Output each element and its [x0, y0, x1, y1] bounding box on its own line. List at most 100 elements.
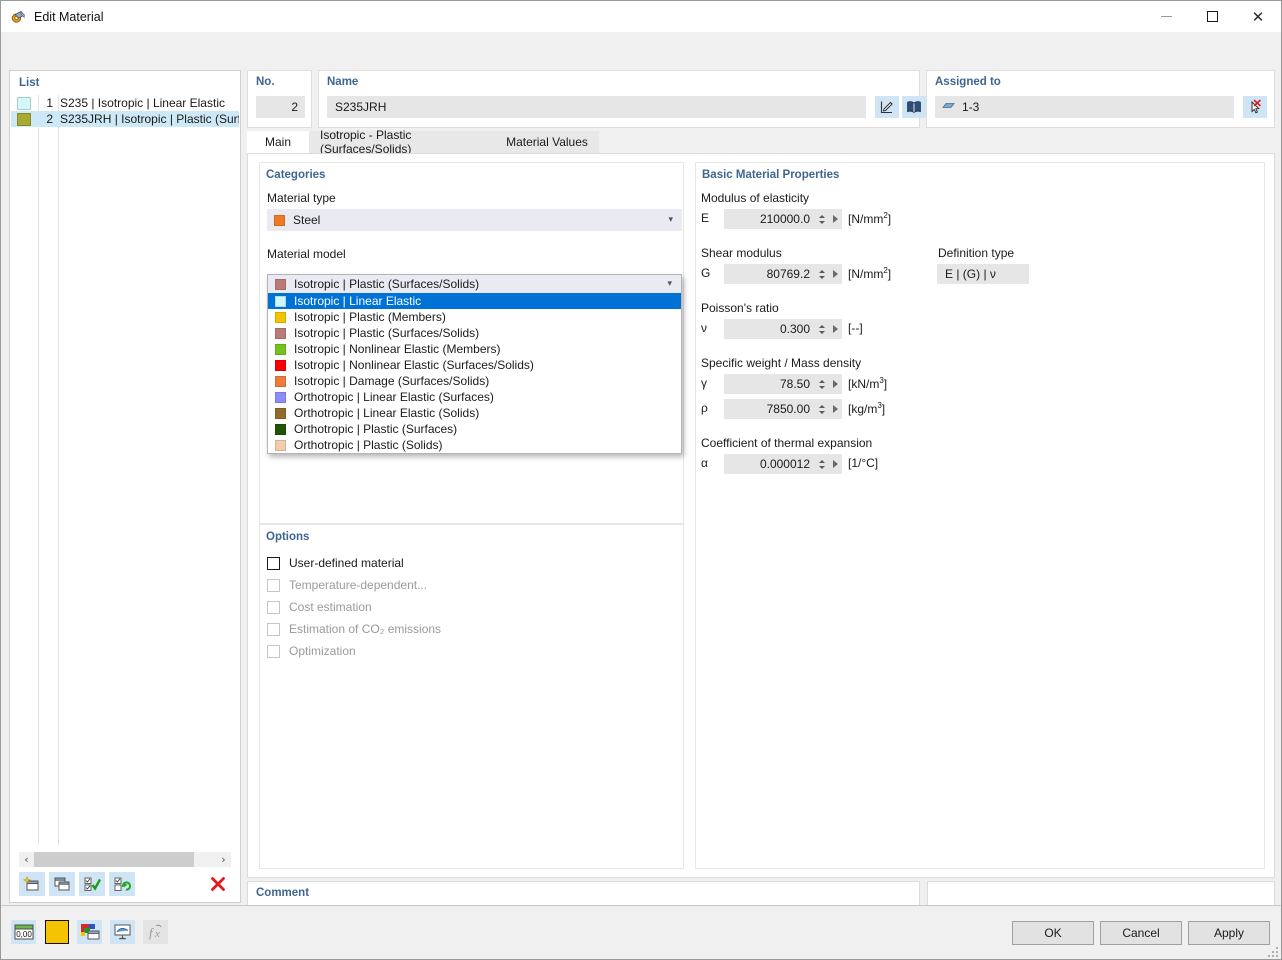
scroll-right-icon[interactable]: › — [216, 853, 231, 866]
spinner-up-down-icon[interactable] — [816, 374, 828, 394]
main-tab-content: Categories Material type Steel ▾ Materia… — [247, 153, 1275, 878]
comment-header: Comment — [256, 887, 310, 899]
spinner-more-icon[interactable] — [828, 454, 842, 474]
option-label: Cost estimation — [289, 600, 372, 614]
dropdown-option[interactable]: Orthotropic | Plastic (Surfaces) — [268, 421, 681, 437]
number-field[interactable]: 2 — [256, 96, 305, 118]
number-panel: No. 2 — [247, 70, 312, 128]
close-icon[interactable]: ✕ — [1235, 1, 1281, 32]
checkbox-icon — [267, 622, 280, 636]
edit-name-icon[interactable] — [875, 96, 899, 118]
poissons-ratio-label: Poisson's ratio — [701, 301, 779, 315]
display-settings-button[interactable] — [110, 920, 135, 944]
scroll-left-icon[interactable]: ‹ — [19, 853, 34, 866]
minimize-icon[interactable] — [1143, 1, 1189, 32]
dropdown-option[interactable]: Isotropic | Damage (Surfaces/Solids) — [268, 373, 681, 389]
spinner-up-down-icon[interactable] — [816, 454, 828, 474]
spinner-up-down-icon[interactable] — [816, 399, 828, 419]
modulus-unit: [N/mm2] — [848, 211, 892, 226]
material-type-color-swatch — [274, 214, 285, 226]
modulus-of-elasticity-input[interactable]: 210000.0 — [724, 209, 842, 229]
tab-isotropic-plastic[interactable]: Isotropic - Plastic (Surfaces/Solids) — [309, 128, 495, 156]
spinner-more-icon[interactable] — [828, 374, 842, 394]
spinner-more-icon[interactable] — [828, 319, 842, 339]
copy-material-button[interactable] — [49, 872, 75, 896]
mass-density-input[interactable]: 7850.00 — [724, 399, 842, 419]
poissons-ratio-input[interactable]: 0.300 — [724, 319, 842, 339]
list-item[interactable]: 2 S235JRH | Isotropic | Plastic (Surface… — [11, 111, 239, 127]
delete-material-button[interactable] — [205, 872, 231, 896]
dropdown-option[interactable]: Orthotropic | Linear Elastic (Solids) — [268, 405, 681, 421]
alpha-value: 0.000012 — [759, 457, 810, 471]
dropdown-option[interactable]: Orthotropic | Linear Elastic (Surfaces) — [268, 389, 681, 405]
resize-grip-icon[interactable] — [1268, 947, 1278, 957]
alpha-unit: [1/°C] — [848, 456, 879, 470]
render-style-button[interactable] — [77, 920, 102, 944]
options-header: Options — [266, 531, 310, 543]
alpha-symbol: α — [701, 456, 708, 470]
option-label: Isotropic | Nonlinear Elastic (Members) — [294, 342, 501, 356]
dropdown-option[interactable]: Isotropic | Linear Elastic — [268, 293, 681, 309]
svg-text:x: x — [154, 928, 160, 940]
definition-type-field[interactable]: E | (G) | ν — [937, 264, 1029, 284]
shear-modulus-input[interactable]: 80769.2 — [724, 264, 842, 284]
list-item-label: S235 | Isotropic | Linear Elastic — [60, 96, 225, 110]
select-all-button[interactable] — [79, 872, 105, 896]
spinner-up-down-icon[interactable] — [816, 209, 828, 229]
checkbox-icon — [267, 600, 280, 614]
new-material-button[interactable] — [19, 872, 45, 896]
material-model-color-swatch — [275, 278, 286, 290]
dropdown-option[interactable]: Isotropic | Nonlinear Elastic (Members) — [268, 341, 681, 357]
material-type-label: Material type — [267, 191, 336, 205]
list-item[interactable]: 1 S235 | Isotropic | Linear Elastic — [11, 95, 239, 111]
modulus-symbol: E — [701, 211, 710, 225]
checkbox-user-defined-material[interactable]: User-defined material — [267, 556, 404, 570]
checkbox-co2-emissions: Estimation of CO₂ emissions — [267, 622, 441, 636]
material-model-dropdown[interactable]: Isotropic | Plastic (Surfaces/Solids) ▾ … — [267, 274, 682, 454]
scrollbar-track[interactable] — [194, 852, 216, 867]
material-type-combo[interactable]: Steel ▾ — [267, 209, 682, 231]
scrollbar-thumb[interactable] — [34, 852, 194, 867]
material-model-combo[interactable]: Isotropic | Plastic (Surfaces/Solids) ▾ — [268, 275, 681, 293]
numeric-display-button[interactable]: 0,00 — [11, 920, 36, 944]
rho-value: 7850.00 — [766, 402, 810, 416]
deselect-objects-icon[interactable] — [1243, 96, 1267, 118]
spinner-up-down-icon[interactable] — [816, 264, 828, 284]
name-header: Name — [327, 76, 359, 88]
assigned-to-field[interactable]: 1-3 — [935, 96, 1234, 118]
list-item-index: 2 — [46, 112, 53, 126]
spinner-more-icon[interactable] — [828, 209, 842, 229]
spinner-more-icon[interactable] — [828, 264, 842, 284]
dropdown-option[interactable]: Isotropic | Plastic (Members) — [268, 309, 681, 325]
list-toolbar — [19, 871, 231, 897]
name-panel: Name S235JRH — [318, 70, 926, 128]
invert-selection-button[interactable] — [109, 872, 135, 896]
cancel-button[interactable]: Cancel — [1100, 921, 1182, 945]
shear-value: 80769.2 — [766, 267, 810, 281]
thermal-expansion-input[interactable]: 0.000012 — [724, 454, 842, 474]
tab-material-values[interactable]: Material Values — [495, 131, 599, 153]
color-swatch-button[interactable] — [44, 920, 69, 944]
apply-button[interactable]: Apply — [1188, 921, 1270, 945]
option-label: Optimization — [289, 644, 356, 658]
dropdown-option[interactable]: Orthotropic | Plastic (Solids) — [268, 437, 681, 453]
assigned-to-header: Assigned to — [935, 76, 1001, 88]
tab-main[interactable]: Main — [247, 131, 309, 153]
option-label: Isotropic | Damage (Surfaces/Solids) — [294, 374, 490, 388]
material-icon — [10, 9, 26, 25]
maximize-icon[interactable] — [1189, 1, 1235, 32]
option-color-swatch — [275, 439, 286, 451]
material-library-icon[interactable] — [902, 96, 926, 118]
option-label: Orthotropic | Linear Elastic (Surfaces) — [294, 390, 494, 404]
specific-weight-input[interactable]: 78.50 — [724, 374, 842, 394]
name-input[interactable]: S235JRH — [327, 96, 866, 118]
spinner-up-down-icon[interactable] — [816, 319, 828, 339]
spinner-more-icon[interactable] — [828, 399, 842, 419]
option-label: Isotropic | Linear Elastic — [294, 294, 422, 308]
dropdown-option[interactable]: Isotropic | Nonlinear Elastic (Surfaces/… — [268, 357, 681, 373]
dropdown-option[interactable]: Isotropic | Plastic (Surfaces/Solids) — [268, 325, 681, 341]
material-list[interactable]: 1 S235 | Isotropic | Linear Elastic 2 S2… — [11, 95, 239, 845]
footer-status-buttons: 0,00 f x — [11, 920, 168, 944]
ok-button[interactable]: OK — [1012, 921, 1094, 945]
list-horizontal-scrollbar[interactable]: ‹ › — [19, 852, 231, 867]
